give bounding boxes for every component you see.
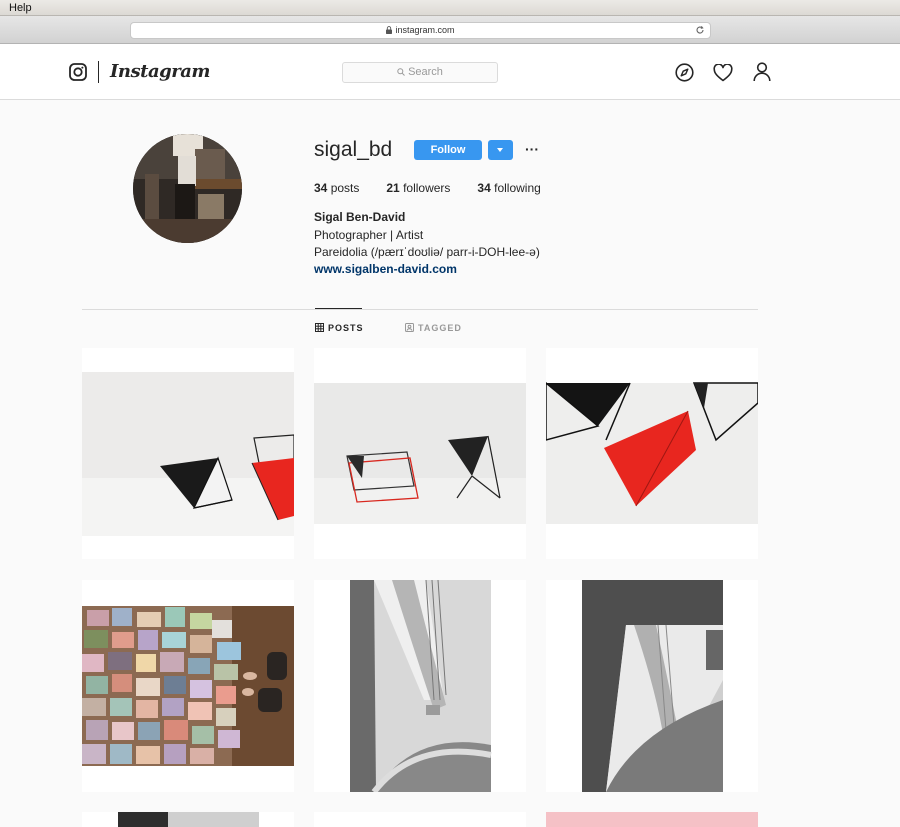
tab-posts[interactable]: POSTS [315, 323, 364, 333]
followers-link[interactable]: 21 followers [386, 181, 450, 195]
address-bar[interactable]: instagram.com [130, 22, 711, 39]
post-thumbnail[interactable] [314, 812, 526, 827]
post-thumbnail[interactable] [82, 812, 294, 827]
post-thumbnail[interactable] [314, 580, 526, 792]
os-menu-bar: Help [0, 0, 900, 16]
lock-icon [386, 24, 393, 39]
browser-toolbar: instagram.com [0, 16, 900, 44]
grid-icon [315, 323, 324, 332]
post-thumbnail[interactable] [546, 580, 758, 792]
tabs-divider [82, 309, 758, 310]
url-text: instagram.com [395, 25, 455, 35]
profile-username: sigal_bd [314, 138, 393, 161]
reload-icon[interactable] [695, 25, 705, 40]
post-thumbnail[interactable] [546, 348, 758, 559]
instagram-nav: Instagram Search [0, 44, 900, 100]
posts-count: 34 posts [314, 181, 360, 195]
follow-button[interactable]: Follow [414, 140, 482, 160]
suggested-dropdown-button[interactable] [488, 140, 513, 160]
instagram-camera-icon[interactable] [69, 63, 87, 86]
search-input[interactable]: Search [342, 62, 498, 83]
profile-bio-line: Photographer | Artist [314, 228, 424, 242]
active-tab-indicator [315, 308, 362, 309]
following-link[interactable]: 34 following [477, 181, 540, 195]
help-menu[interactable]: Help [9, 2, 32, 14]
profile-full-name: Sigal Ben-David [314, 210, 406, 224]
profile-person-icon[interactable] [753, 62, 771, 87]
instagram-wordmark[interactable]: Instagram [110, 61, 210, 82]
post-thumbnail[interactable] [546, 812, 758, 827]
post-thumbnail[interactable] [82, 348, 294, 559]
post-thumbnail[interactable] [82, 580, 294, 792]
tab-tagged[interactable]: TAGGED [405, 323, 462, 333]
profile-avatar[interactable] [133, 134, 242, 243]
search-placeholder: Search [408, 66, 443, 78]
post-thumbnail[interactable] [314, 348, 526, 559]
more-options-button[interactable]: ··· [525, 141, 539, 157]
search-icon [397, 68, 405, 76]
profile-bio-line: Pareidolia (/pærɪˈdoʊliə/ parr-i-DOH-lee… [314, 245, 540, 259]
profile-stats: 34 posts 21 followers 34 following [314, 181, 568, 195]
activity-heart-icon[interactable] [713, 63, 733, 87]
explore-compass-icon[interactable] [675, 63, 694, 87]
tagged-person-icon [405, 323, 414, 332]
profile-website-link[interactable]: www.sigalben-david.com [314, 262, 457, 276]
chevron-down-icon [497, 148, 503, 152]
nav-divider [98, 61, 99, 83]
